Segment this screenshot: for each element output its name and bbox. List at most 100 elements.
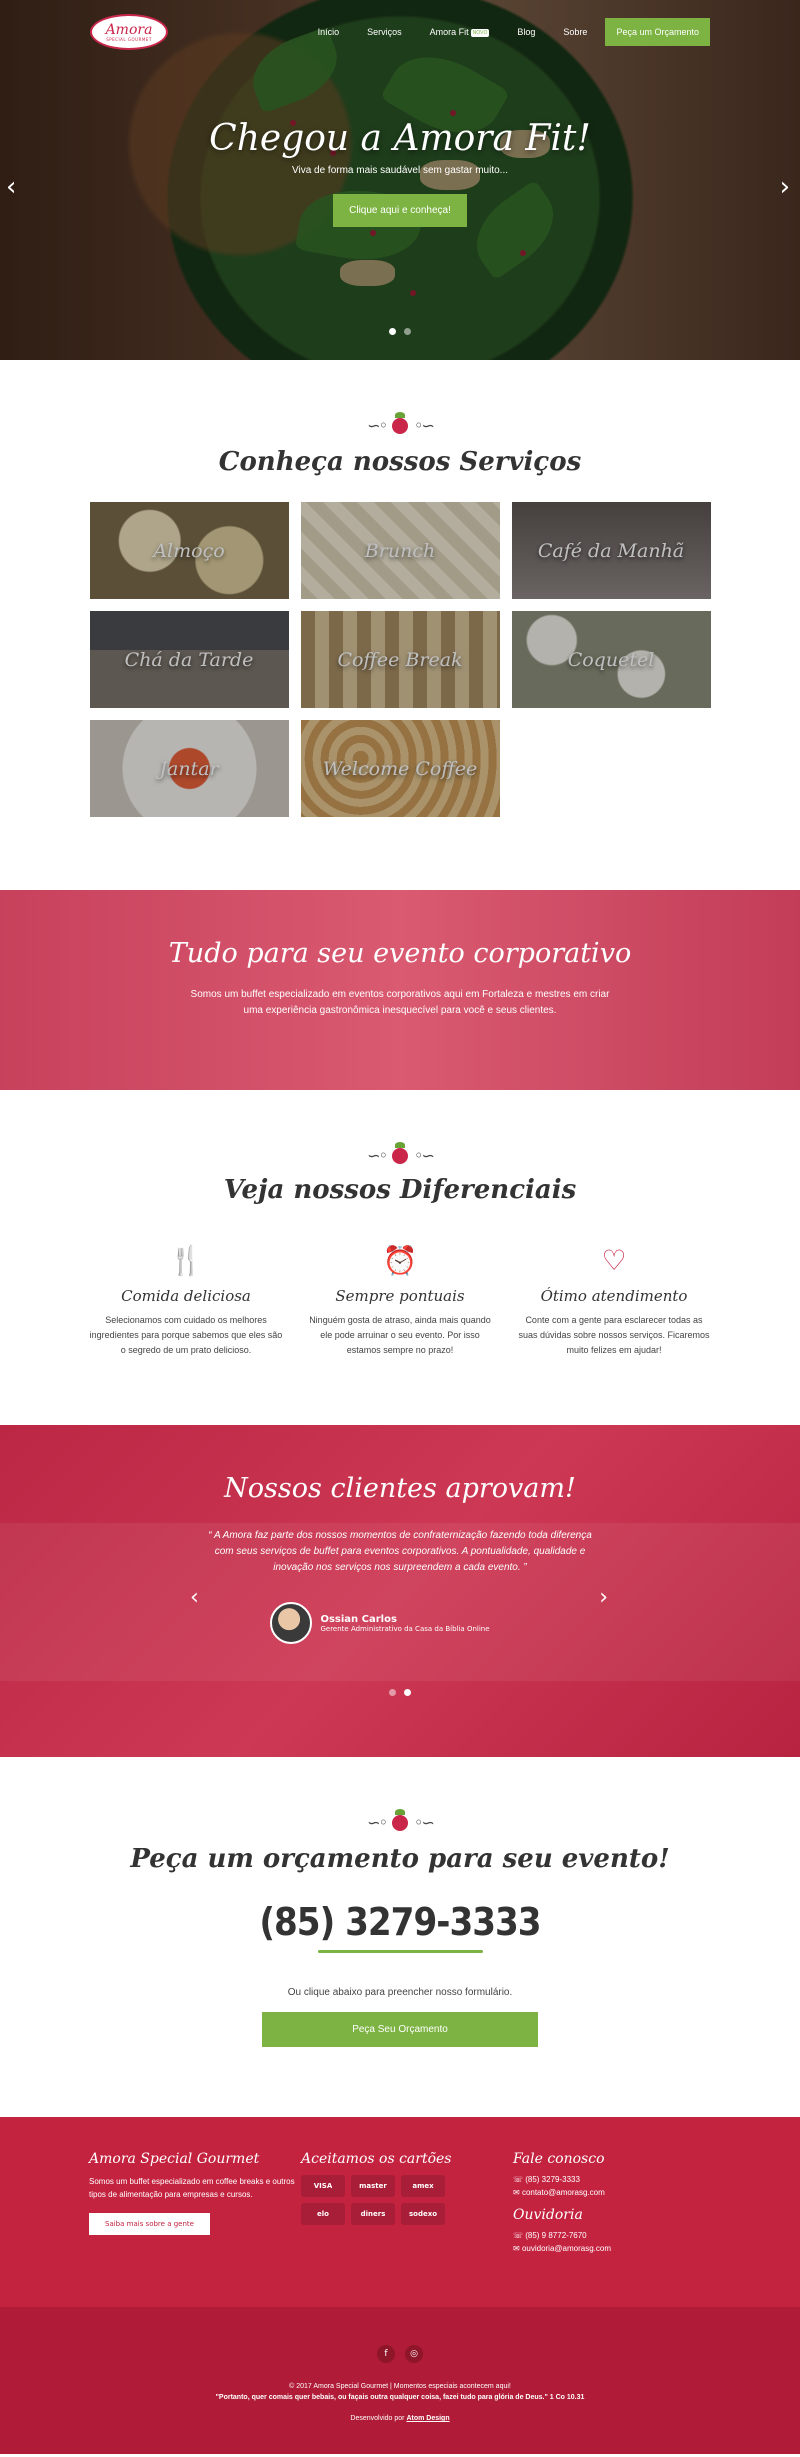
instagram-icon[interactable]: ◎: [405, 2345, 423, 2363]
prev-testimonial-icon[interactable]: ‹: [190, 1585, 199, 1610]
amora-logo[interactable]: Amora SPECIAL GOURMET: [90, 14, 168, 50]
swirl-right-icon: ◦∽: [414, 1813, 435, 1832]
copyright: © 2017 Amora Special Gourmet | Momentos …: [289, 2383, 511, 2390]
footer-about: Amora Special Gourmet Somos um buffet es…: [89, 2151, 301, 2307]
phone-number[interactable]: (85) 3279-3333: [0, 1900, 800, 1944]
feature-title: Comida deliciosa: [121, 1287, 251, 1305]
hero-slider: Amora SPECIAL GOURMET Início Serviços Am…: [0, 0, 800, 360]
ouvidoria-title: Ouvidoria: [513, 2207, 583, 2223]
quote-text: Ou clique abaixo para preencher nosso fo…: [287, 1987, 513, 1998]
visa-icon: VISA: [301, 2175, 345, 2197]
next-slide-icon[interactable]: ›: [780, 172, 790, 202]
services-section: ∽◦ ◦∽ Conheça nossos Serviços Almoço Bru…: [0, 360, 800, 890]
swirl-right-icon: ◦∽: [414, 416, 435, 435]
service-label: Almoço: [153, 539, 225, 562]
berry-icon: [392, 1808, 408, 1831]
feature-item: ♡ Ótimo atendimento Conte com a gente pa…: [516, 1243, 712, 1358]
feature-text: Conte com a gente para esclarecer todas …: [518, 1315, 710, 1355]
nav-amora-fit[interactable]: Amora Fit NOVO: [416, 27, 504, 37]
berry-icon: [392, 1141, 408, 1164]
nav-inicio[interactable]: Início: [304, 27, 354, 37]
footer-cards-title: Aceitamos os cartões: [301, 2151, 452, 2167]
contact-email-text: contato@amorasg.com: [521, 2188, 605, 2197]
card-logos: VISA master amex elo diners sodexo: [301, 2175, 471, 2225]
service-card-jantar[interactable]: Jantar: [89, 720, 289, 817]
hero-cta-button[interactable]: Clique aqui e conheça!: [333, 194, 467, 227]
contact-phone[interactable]: ☏ (85) 3279-3333: [513, 2175, 725, 2184]
footer-bottom: f ◎ © 2017 Amora Special Gourmet | Momen…: [0, 2307, 800, 2454]
service-label: Welcome Coffee: [322, 757, 478, 780]
slide-dot-2[interactable]: [404, 328, 411, 335]
mail-icon: ✉: [513, 2244, 522, 2253]
contact-email[interactable]: ✉ contato@amorasg.com: [513, 2188, 725, 2197]
facebook-icon[interactable]: f: [377, 2345, 395, 2363]
logo-subtitle: SPECIAL GOURMET: [106, 36, 152, 42]
new-badge: NOVO: [470, 28, 490, 37]
cutlery-icon: 🍴: [168, 1244, 204, 1277]
amex-icon: amex: [401, 2175, 445, 2197]
testimonial-dot-2[interactable]: [404, 1689, 411, 1696]
dev-prefix: Desenvolvido por: [350, 2415, 405, 2422]
prev-slide-icon[interactable]: ‹: [6, 172, 16, 202]
ouvidoria-phone[interactable]: ☏ (85) 9 8772-7670: [513, 2231, 725, 2240]
nav-blog[interactable]: Blog: [503, 27, 549, 37]
feature-text: Selecionamos com cuidado os melhores ing…: [89, 1315, 283, 1355]
corporate-text: Somos um buffet especializado em eventos…: [190, 989, 610, 1016]
feature-item: ⏰ Sempre pontuais Ninguém gosta de atras…: [302, 1243, 498, 1358]
hero-content: Chegou a Amora Fit! Viva de forma mais s…: [0, 118, 800, 227]
swirl-left-icon: ∽◦: [367, 1146, 388, 1165]
service-card-cafe-da-manha[interactable]: Café da Manhã: [511, 502, 711, 599]
service-label: Coquetel: [567, 648, 655, 671]
nav-servicos[interactable]: Serviços: [353, 27, 416, 37]
avatar: [270, 1602, 313, 1644]
footer-contact-title: Fale conosco: [513, 2151, 605, 2167]
service-card-coquetel[interactable]: Coquetel: [511, 611, 711, 708]
ouvidoria-email-text: ouvidoria@amorasg.com: [521, 2244, 611, 2253]
footer-top: Amora Special Gourmet Somos um buffet es…: [0, 2117, 800, 2307]
nav-sobre[interactable]: Sobre: [549, 27, 601, 37]
testimonials-section: Nossos clientes aprovam! “ A Amora faz p…: [0, 1425, 800, 1757]
quote-form-button[interactable]: Peça Seu Orçamento: [262, 2012, 538, 2047]
next-testimonial-icon[interactable]: ›: [599, 1585, 608, 1610]
feature-item: 🍴 Comida deliciosa Selecionamos com cuid…: [88, 1243, 284, 1358]
service-card-brunch[interactable]: Brunch: [300, 502, 500, 599]
phone-icon: ☏: [513, 2231, 526, 2240]
sodexo-icon: sodexo: [401, 2203, 445, 2225]
service-card-cha-da-tarde[interactable]: Chá da Tarde: [89, 611, 289, 708]
hero-subtitle: Viva de forma mais saudável sem gastar m…: [291, 165, 509, 176]
contact-phone-text: (85) 3279-3333: [525, 2175, 580, 2184]
service-card-welcome-coffee[interactable]: Welcome Coffee: [300, 720, 500, 817]
mastercard-icon: master: [351, 2175, 395, 2197]
social-links: f ◎: [0, 2345, 800, 2363]
service-card-coffee-break[interactable]: Coffee Break: [300, 611, 500, 708]
phone-underline: [317, 1950, 483, 1953]
feature-title: Ótimo atendimento: [540, 1287, 688, 1305]
nav-quote-button[interactable]: Peça um Orçamento: [605, 18, 710, 46]
testimonials-title: Nossos clientes aprovam!: [224, 1473, 576, 1504]
footer-contact: Fale conosco ☏ (85) 3279-3333 ✉ contato@…: [513, 2151, 725, 2307]
services-grid: Almoço Brunch Café da Manhã Chá da Tarde…: [89, 502, 711, 817]
service-card-almoco[interactable]: Almoço: [89, 502, 289, 599]
quote-title: Peça um orçamento para seu evento!: [130, 1844, 670, 1874]
elo-icon: elo: [301, 2203, 345, 2225]
author-role: Gerente Administrativo da Casa da Bíblia…: [320, 1624, 490, 1633]
ornament: ∽◦ ◦∽: [0, 1141, 800, 1165]
testimonial-dot-1[interactable]: [389, 1689, 396, 1696]
feature-text: Ninguém gosta de atraso, ainda mais quan…: [309, 1315, 491, 1355]
testimonial-quote: “ A Amora faz parte dos nossos momentos …: [208, 1530, 592, 1573]
developer-credit: Desenvolvido por Atom Design: [0, 2415, 800, 2422]
testimonial-author: Ossian Carlos Gerente Administrativo da …: [0, 1602, 800, 1644]
developer-link[interactable]: Atom Design: [406, 2415, 449, 2422]
ouvidoria-phone-text: (85) 9 8772-7670: [525, 2231, 587, 2240]
ouvidoria-email[interactable]: ✉ ouvidoria@amorasg.com: [513, 2244, 725, 2253]
footer: Amora Special Gourmet Somos um buffet es…: [0, 2117, 800, 2454]
footer-about-text: Somos um buffet especializado em coffee …: [89, 2177, 295, 2199]
quote-section: ∽◦ ◦∽ Peça um orçamento para seu evento!…: [0, 1757, 800, 2117]
slide-dot-1[interactable]: [389, 328, 396, 335]
footer-about-title: Amora Special Gourmet: [89, 2151, 260, 2167]
swirl-right-icon: ◦∽: [414, 1146, 435, 1165]
services-title: Conheça nossos Serviços: [218, 447, 582, 477]
about-us-button[interactable]: Saiba mais sobre a gente: [89, 2213, 210, 2235]
bible-verse: "Portanto, quer comais quer bebais, ou f…: [215, 2394, 585, 2401]
ornament: ∽◦ ◦∽: [0, 411, 800, 435]
